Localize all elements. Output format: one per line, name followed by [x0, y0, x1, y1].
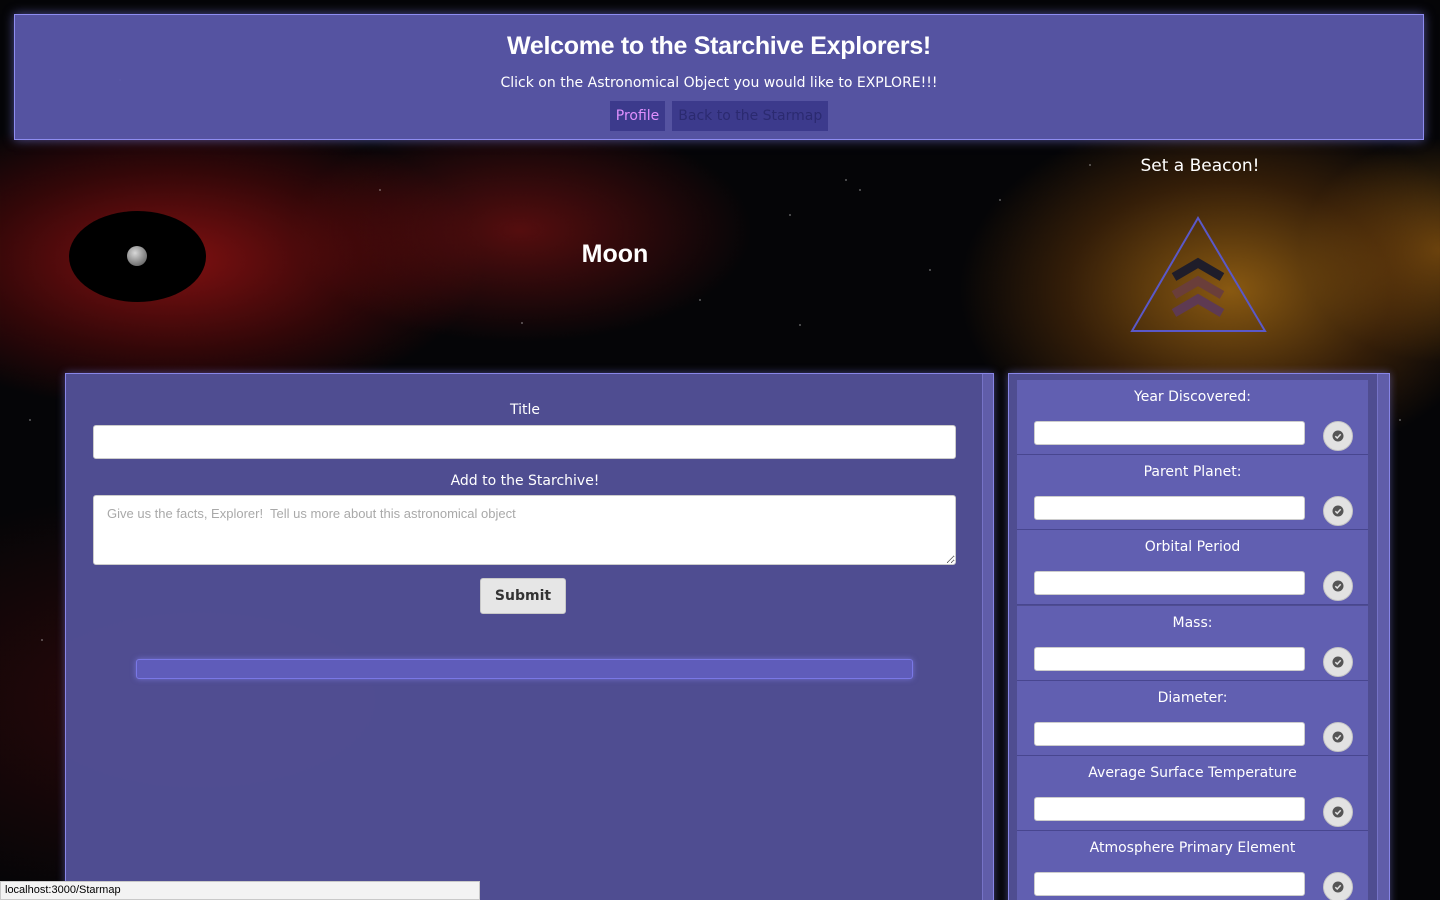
- year-discovered-input[interactable]: [1034, 421, 1305, 445]
- object-name: Moon: [581, 240, 649, 268]
- beacon-button[interactable]: [1130, 215, 1268, 335]
- check-circle-icon: [1332, 881, 1344, 893]
- fact-label: Orbital Period: [1144, 539, 1241, 555]
- fact-label: Year Discovered:: [1134, 389, 1251, 405]
- fact-row-mass: Mass:: [1017, 606, 1368, 681]
- moon-icon: [127, 246, 147, 266]
- back-to-starmap-link[interactable]: Back to the Starmap: [672, 101, 829, 131]
- beacon-title: Set a Beacon!: [1140, 156, 1260, 176]
- content-label: Add to the Starchive!: [450, 473, 600, 489]
- parent-planet-input[interactable]: [1034, 496, 1305, 520]
- check-circle-icon: [1332, 580, 1344, 592]
- confirm-button[interactable]: [1323, 571, 1353, 601]
- submit-button[interactable]: Submit: [480, 578, 566, 614]
- confirm-button[interactable]: [1323, 496, 1353, 526]
- confirm-button[interactable]: [1323, 797, 1353, 827]
- confirm-button[interactable]: [1323, 722, 1353, 752]
- profile-link[interactable]: Profile: [609, 101, 666, 131]
- header-nav: Profile Back to the Starmap: [15, 101, 1423, 131]
- fact-row-orbital-period: Orbital Period: [1017, 530, 1368, 605]
- fact-row-diameter: Diameter:: [1017, 681, 1368, 756]
- title-input[interactable]: [93, 425, 956, 459]
- check-circle-icon: [1332, 806, 1344, 818]
- page-title: Welcome to the Starchive Explorers!: [507, 32, 931, 60]
- mass-input[interactable]: [1034, 647, 1305, 671]
- fact-label: Diameter:: [1157, 690, 1228, 706]
- page-subtitle: Click on the Astronomical Object you wou…: [500, 75, 938, 91]
- facts-panel: Year Discovered: Parent Planet: Orbital …: [1008, 373, 1390, 900]
- beacon-triangle-icon: [1130, 216, 1267, 332]
- diameter-input[interactable]: [1034, 722, 1305, 746]
- fact-row-average-surface-temperature: Average Surface Temperature: [1017, 756, 1368, 831]
- fact-label: Atmosphere Primary Element: [1089, 840, 1296, 856]
- fact-row-year-discovered: Year Discovered:: [1017, 380, 1368, 455]
- fact-row-atmosphere-primary-element: Atmosphere Primary Element: [1017, 831, 1368, 900]
- check-circle-icon: [1332, 430, 1344, 442]
- chevron-up-icon: [1171, 275, 1225, 299]
- entries-list: [136, 659, 913, 679]
- confirm-button[interactable]: [1323, 647, 1353, 677]
- title-label: Title: [509, 402, 540, 418]
- check-circle-icon: [1332, 505, 1344, 517]
- entry-form-panel: Title Add to the Starchive! Submit: [65, 373, 994, 900]
- entry-content-textarea[interactable]: [93, 495, 956, 565]
- fact-label: Mass:: [1172, 615, 1213, 631]
- object-image: [69, 211, 206, 302]
- orbital-period-input[interactable]: [1034, 571, 1305, 595]
- fact-label: Parent Planet:: [1143, 464, 1242, 480]
- average-surface-temperature-input[interactable]: [1034, 797, 1305, 821]
- chevron-up-icon: [1171, 257, 1225, 281]
- browser-status-bar: localhost:3000/Starmap: [0, 881, 480, 900]
- fact-row-parent-planet: Parent Planet:: [1017, 455, 1368, 530]
- confirm-button[interactable]: [1323, 872, 1353, 900]
- site-header: Welcome to the Starchive Explorers! Clic…: [14, 14, 1424, 140]
- fact-label: Average Surface Temperature: [1088, 765, 1297, 781]
- atmosphere-primary-element-input[interactable]: [1034, 872, 1305, 896]
- check-circle-icon: [1332, 656, 1344, 668]
- confirm-button[interactable]: [1323, 421, 1353, 451]
- check-circle-icon: [1332, 731, 1344, 743]
- chevron-up-icon: [1171, 293, 1225, 317]
